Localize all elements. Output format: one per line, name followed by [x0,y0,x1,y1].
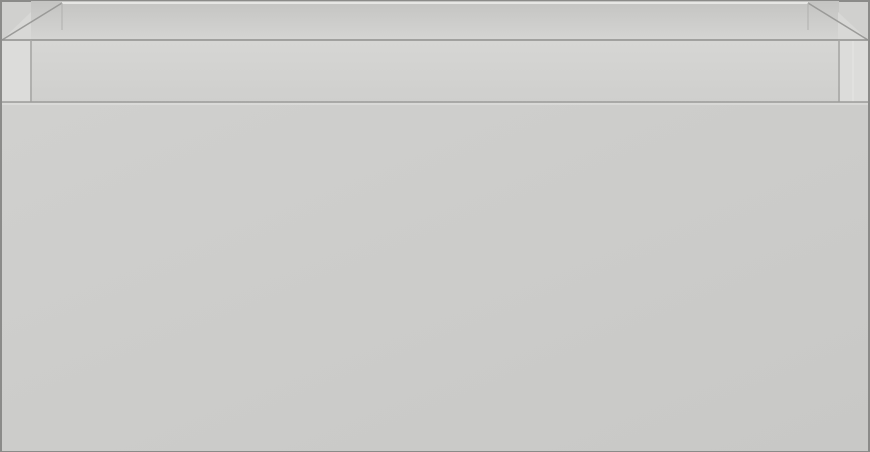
left-side-panel [2,41,30,102]
right-side-panel [840,41,868,102]
drawer-box-wall [2,40,868,102]
drawer-front-panel [2,103,868,451]
inner-cavity [31,1,839,39]
drawer-unit-illustration [0,0,870,452]
product-render [0,0,870,452]
